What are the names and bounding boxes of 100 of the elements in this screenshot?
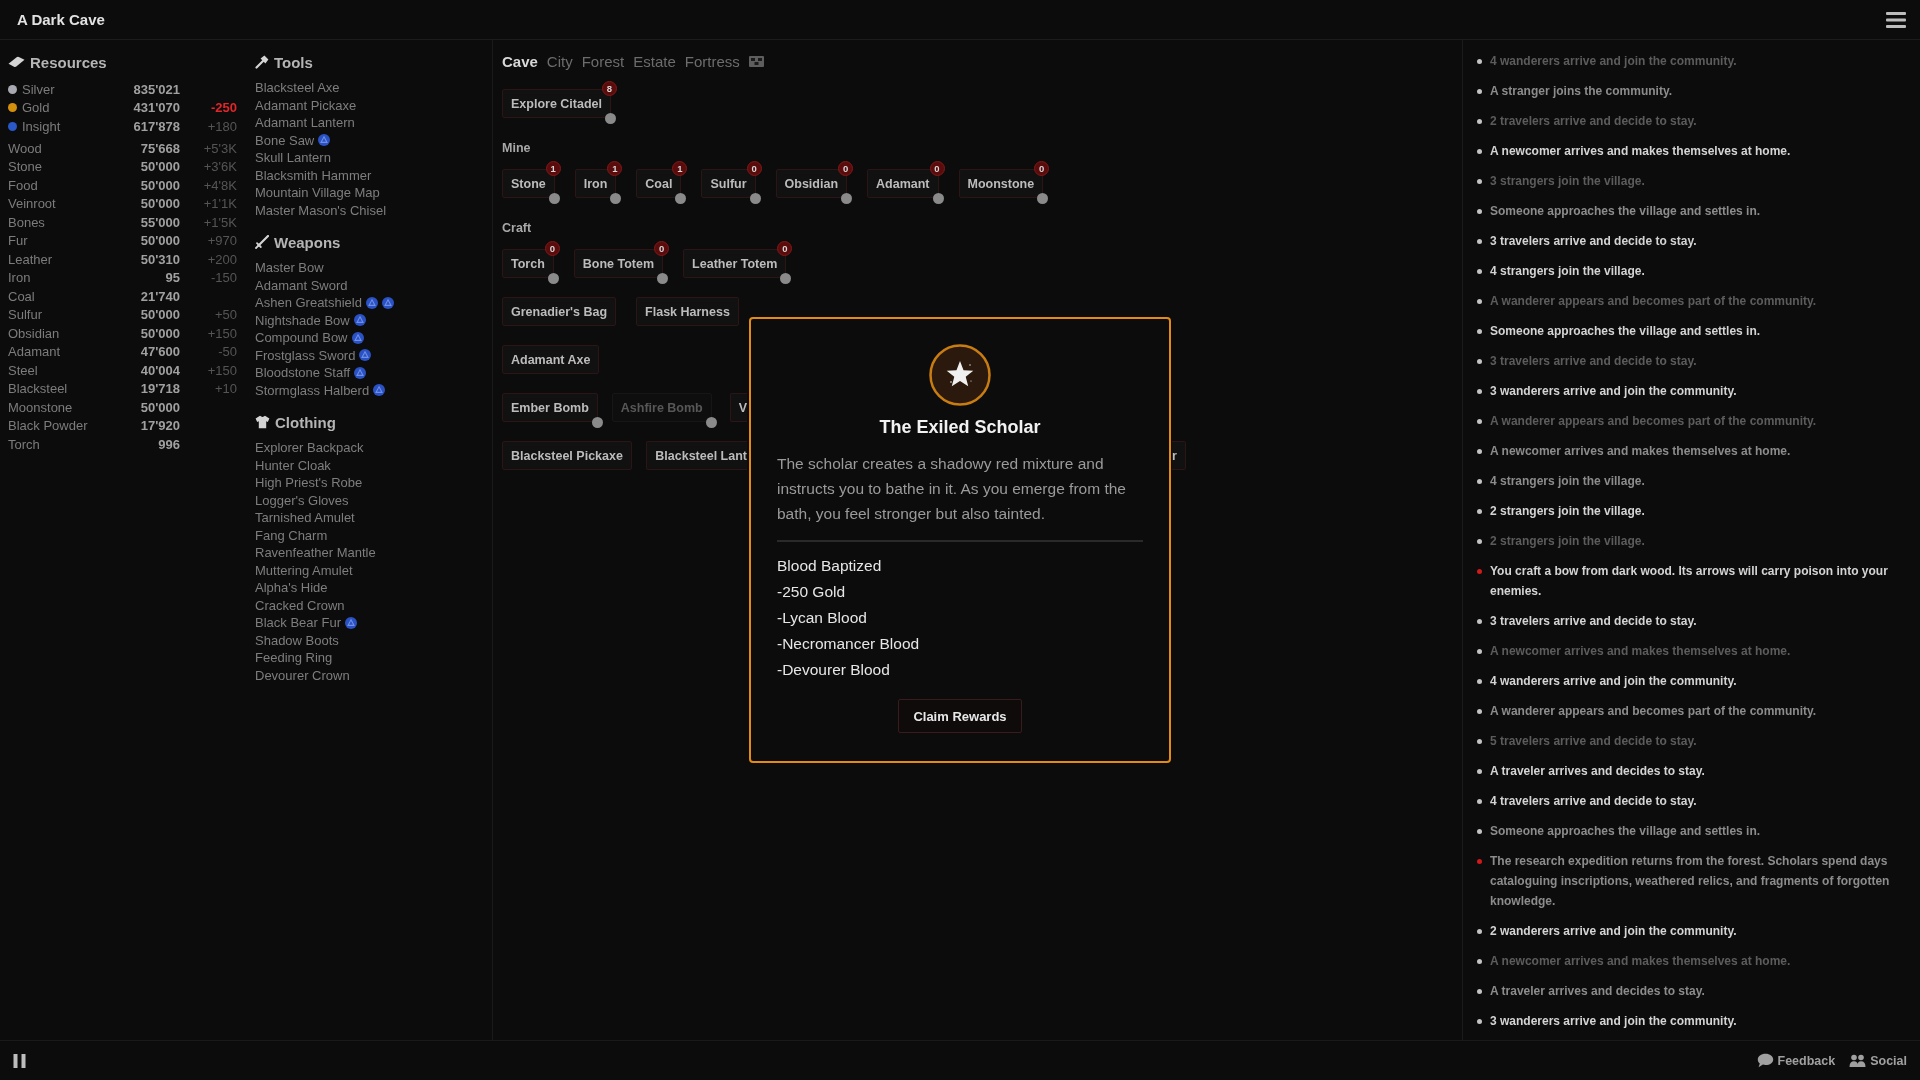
resource-amount: 21'740 [140, 288, 180, 304]
equipment-item[interactable]: Cracked Crown [255, 597, 345, 613]
action-button[interactable]: Blacksteel Pickaxe [502, 441, 632, 470]
resource-amount: 835'021 [133, 81, 180, 97]
claim-rewards-button[interactable]: Claim Rewards [898, 699, 1022, 733]
resource-amount: 996 [158, 436, 180, 452]
action-button[interactable]: Adamant Axe [502, 345, 600, 374]
resource-amount: 50'000 [140, 159, 180, 175]
location-tab[interactable]: Cave [502, 52, 538, 70]
log-entry: 4 travelers arrive and decide to stay. [1490, 793, 1697, 810]
equipment-item[interactable]: Ashen Greatshield [255, 295, 362, 311]
action-button[interactable]: Grenadier's Bag [502, 297, 617, 326]
equipment-item[interactable]: Tarnished Amulet [255, 510, 355, 526]
section-title: Resources [30, 53, 107, 71]
equipment-item[interactable]: Black Bear Fur [255, 615, 341, 631]
equipment-item[interactable]: High Priest's Robe [255, 475, 363, 491]
resource-name: Coal [8, 288, 35, 304]
equipment-item[interactable]: Explorer Backpack [255, 440, 364, 456]
log-entry: 3 wanderers arrive and join the community. [1490, 1013, 1737, 1030]
equipment-item[interactable]: Ravenfeather Mantle [255, 545, 376, 561]
equipment-item[interactable]: Fang Charm [255, 527, 328, 543]
resource-name: Black Powder [8, 418, 88, 434]
log-entry: A stranger joins the community. [1490, 83, 1673, 100]
equipment-item[interactable]: Bone Saw [255, 132, 315, 148]
count-badge: 1 [672, 161, 688, 176]
location-tab[interactable]: Fortress [684, 52, 740, 70]
reward-item: -Devourer Blood [777, 660, 891, 680]
location-tab[interactable]: Forest [581, 52, 625, 70]
resource-rate: +3'6K [203, 159, 237, 175]
resource-name: Food [8, 177, 38, 193]
equipment-item[interactable]: Adamant Lantern [255, 115, 355, 131]
action-button[interactable]: V [729, 393, 747, 422]
log-entry: 4 strangers join the village. [1490, 263, 1645, 280]
equipment-item[interactable]: Skull Lantern [255, 150, 331, 166]
resource-name: Leather [8, 251, 53, 267]
equipment-item[interactable]: Adamant Pickaxe [255, 97, 357, 113]
resource-name: Obsidian [8, 325, 60, 341]
equipment-item[interactable]: Mountain Village Map [255, 185, 380, 201]
group-label: Mine [502, 140, 532, 156]
resource-amount: 50'000 [140, 196, 180, 212]
resource-name: Sulfur [8, 307, 42, 323]
emblem-icon [365, 296, 378, 309]
ingot-icon [8, 56, 25, 68]
feedback-link[interactable]: Feedback [1756, 1053, 1836, 1068]
resource-amount: 50'000 [140, 399, 180, 415]
log-entry: A traveler arrives and decides to stay. [1490, 983, 1705, 1000]
resource-amount: 617'878 [133, 118, 180, 134]
equipment-item[interactable]: Master Mason's Chisel [255, 202, 387, 218]
equipment-item[interactable]: Stormglass Halberd [255, 382, 370, 398]
equipment-item[interactable]: Compound Bow [255, 330, 348, 346]
action-button[interactable]: Flask Harness [636, 297, 739, 326]
emblem-icon [373, 384, 386, 397]
resource-amount: 50'000 [140, 307, 180, 323]
equipment-item[interactable]: Blacksteel Axe [255, 80, 340, 96]
emblem-icon [359, 349, 372, 362]
app-title: A Dark Cave [17, 11, 105, 28]
equipment-item[interactable]: Feeding Ring [255, 650, 333, 666]
dialog-text: The scholar creates a shadowy red mixture and instructs you to bathe in it. As you emerge from the bath, you feel stronger but also tainted. [777, 454, 1127, 524]
hammer-icon [255, 55, 269, 69]
banner-icon[interactable] [748, 55, 764, 67]
log-entry: 3 wanderers arrive and join the community. [1490, 383, 1737, 400]
equipment-item[interactable]: Hunter Cloak [255, 457, 331, 473]
emblem-icon [381, 296, 394, 309]
equipment-item[interactable]: Devourer Crown [255, 667, 350, 683]
emblem-icon [318, 134, 331, 147]
equipment-item[interactable]: Nightshade Bow [255, 312, 350, 328]
equipment-item[interactable]: Blacksmith Hammer [255, 167, 372, 183]
resource-amount: 50'000 [140, 177, 180, 193]
equipment-item[interactable]: Muttering Amulet [255, 562, 353, 578]
log-entry: Someone approaches the village and settles in. [1490, 203, 1761, 220]
equipment-item[interactable]: Master Bow [255, 260, 324, 276]
log-entry: A newcomer arrives and makes themselves at home. [1490, 643, 1791, 660]
count-badge: 1 [607, 161, 623, 176]
equipment-item[interactable]: Adamant Sword [255, 277, 348, 293]
location-tab[interactable]: Estate [633, 52, 676, 70]
log-entry: 2 strangers join the village. [1490, 533, 1645, 550]
resource-amount: 50'000 [140, 233, 180, 249]
pause-icon[interactable] [13, 1053, 26, 1068]
resource-rate: +180 [207, 118, 237, 134]
log-entry: 4 strangers join the village. [1490, 473, 1645, 490]
menu-icon[interactable] [1886, 11, 1906, 28]
location-tab[interactable]: City [546, 52, 573, 70]
equipment-item[interactable]: Alpha's Hide [255, 580, 328, 596]
log-entry: 3 strangers join the village. [1490, 173, 1645, 190]
social-link[interactable]: Social [1849, 1053, 1907, 1068]
equipment-item[interactable]: Frostglass Sword [255, 347, 356, 363]
resource-rate: +5'3K [203, 140, 237, 156]
log-entry: 3 travelers arrive and decide to stay. [1490, 353, 1697, 370]
equipment-item[interactable]: Logger's Gloves [255, 492, 349, 508]
equipment-item[interactable]: Shadow Boots [255, 632, 339, 648]
action-button[interactable]: Ember Bomb [502, 393, 598, 422]
resource-amount: 50'310 [140, 251, 180, 267]
action-button[interactable]: Blacksteel Lant [646, 441, 747, 470]
resource-rate: +970 [207, 233, 237, 249]
resource-name: Steel [8, 362, 38, 378]
emblem-icon [354, 366, 367, 379]
log-entry: 2 travelers arrive and decide to stay. [1490, 113, 1697, 130]
action-button[interactable]: r [1172, 441, 1186, 470]
equipment-item[interactable]: Bloodstone Staff [255, 365, 351, 381]
shirt-icon [255, 415, 270, 429]
